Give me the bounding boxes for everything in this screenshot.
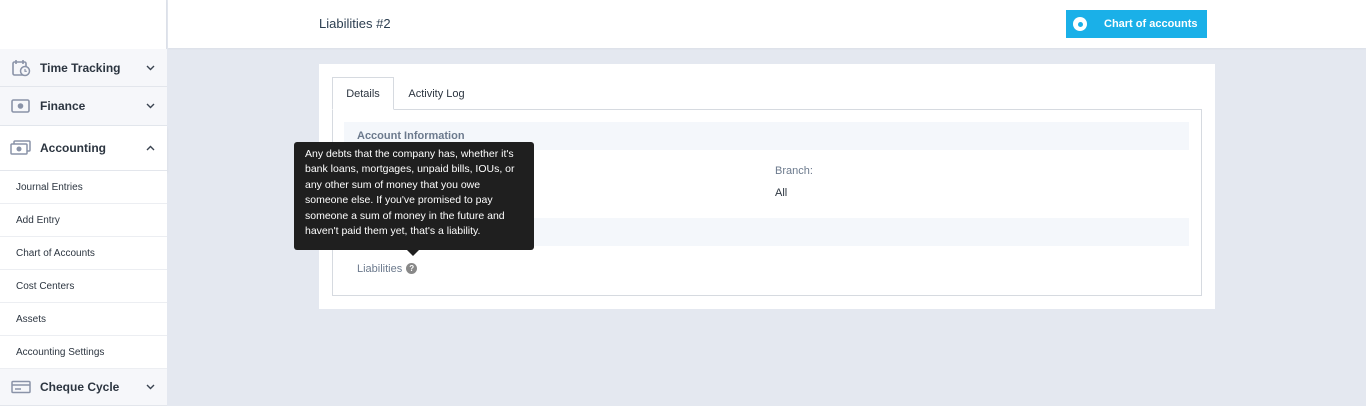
chevron-down-icon xyxy=(143,100,157,112)
parent-account-text: Liabilities xyxy=(357,263,403,275)
sidebar-item-cheque-cycle[interactable]: Cheque Cycle xyxy=(0,369,167,406)
tab-details[interactable]: Details xyxy=(332,77,394,110)
sidebar: Time Tracking Finance Accounting Journal… xyxy=(0,0,167,406)
sidebar-item-label: Accounting xyxy=(40,141,106,155)
page-title: Liabilities #2 xyxy=(319,16,391,31)
sidebar-item-time-tracking[interactable]: Time Tracking xyxy=(0,49,167,87)
top-bar: Liabilities #2 Chart of accounts xyxy=(168,0,1366,48)
cheque-icon xyxy=(10,378,32,396)
sidebar-item-label: Finance xyxy=(40,99,86,113)
banknote-icon xyxy=(10,139,32,157)
logo-area xyxy=(0,0,166,49)
branch-value: All xyxy=(775,187,788,199)
parent-account-label: Liabilities? xyxy=(357,262,418,275)
sidebar-item-label: Time Tracking xyxy=(40,60,121,75)
chevron-down-icon xyxy=(143,381,157,393)
liabilities-tooltip: Any debts that the company has, whether … xyxy=(294,142,534,256)
sidebar-item-assets[interactable]: Assets xyxy=(0,303,167,336)
sidebar-item-journal-entries[interactable]: Journal Entries xyxy=(0,171,167,204)
accounting-submenu: Journal Entries Add Entry Chart of Accou… xyxy=(0,171,167,369)
sidebar-item-finance[interactable]: Finance xyxy=(0,87,167,126)
circle-dot-icon xyxy=(1073,17,1087,31)
branch-label: Branch: xyxy=(775,165,813,177)
sidebar-item-add-entry[interactable]: Add Entry xyxy=(0,204,167,237)
chart-of-accounts-button-label: Chart of accounts xyxy=(1104,18,1198,30)
calendar-clock-icon xyxy=(10,59,32,77)
cash-register-icon xyxy=(10,97,32,115)
chevron-up-icon xyxy=(143,142,157,154)
sidebar-item-chart-of-accounts[interactable]: Chart of Accounts xyxy=(0,237,167,270)
tab-activity-log[interactable]: Activity Log xyxy=(398,77,475,110)
chart-of-accounts-button[interactable]: Chart of accounts xyxy=(1066,10,1207,38)
sidebar-item-cost-centers[interactable]: Cost Centers xyxy=(0,270,167,303)
sidebar-item-label: Cheque Cycle xyxy=(40,380,120,394)
help-icon[interactable]: ? xyxy=(406,262,418,274)
chevron-down-icon xyxy=(143,62,157,74)
sidebar-item-accounting-settings[interactable]: Accounting Settings xyxy=(0,336,167,369)
sidebar-item-accounting[interactable]: Accounting xyxy=(0,126,167,171)
